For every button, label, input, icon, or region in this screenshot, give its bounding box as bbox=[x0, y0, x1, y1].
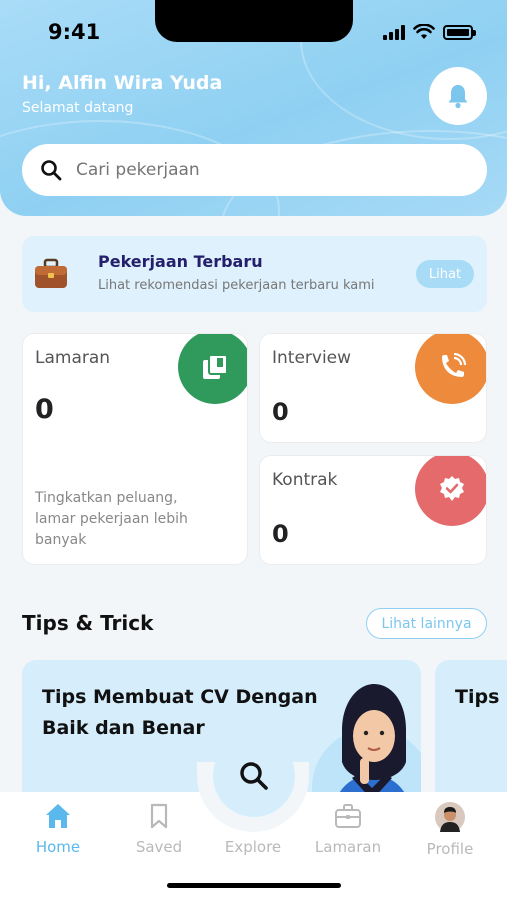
lamaran-stat-card[interactable]: Lamaran 0 Tingkatkan peluang, lamar peke… bbox=[22, 333, 248, 565]
nav-label: Saved bbox=[135, 838, 183, 856]
search-icon bbox=[41, 160, 62, 181]
tips-section-title: Tips & Trick bbox=[22, 611, 154, 635]
nav-label: Profile bbox=[426, 840, 474, 858]
greeting-title: Hi, Alfin Wira Yuda bbox=[22, 72, 223, 94]
bell-icon bbox=[448, 85, 468, 109]
lamaran-description: Tingkatkan peluang, lamar pekerjaan lebi… bbox=[35, 490, 188, 548]
notification-button[interactable] bbox=[429, 67, 487, 125]
nav-label: Explore bbox=[224, 838, 282, 856]
documents-icon bbox=[203, 354, 228, 379]
banner-title: Pekerjaan Terbaru bbox=[98, 252, 263, 271]
lamaran-count: 0 bbox=[35, 394, 54, 425]
device-notch bbox=[155, 0, 353, 42]
nav-item-home[interactable]: Home bbox=[13, 802, 103, 856]
greeting-subtitle: Selamat datang bbox=[22, 100, 134, 116]
briefcase-icon bbox=[335, 804, 361, 828]
battery-icon bbox=[443, 24, 476, 40]
see-more-tips-button[interactable]: Lihat lainnya bbox=[366, 608, 487, 639]
kontrak-badge bbox=[415, 456, 486, 526]
nav-label: Home bbox=[35, 838, 81, 856]
nav-item-lamaran[interactable]: Lamaran bbox=[303, 802, 393, 856]
search-bar[interactable] bbox=[22, 144, 487, 196]
home-icon bbox=[46, 804, 70, 828]
banner-subtitle: Lihat rekomendasi pekerjaan terbaru kami bbox=[98, 278, 375, 293]
avatar bbox=[435, 802, 465, 832]
lamaran-label: Lamaran bbox=[35, 348, 111, 368]
status-time: 9:41 bbox=[48, 20, 101, 44]
view-latest-jobs-button[interactable]: Lihat bbox=[416, 260, 474, 288]
nav-item-profile[interactable]: Profile bbox=[405, 802, 495, 858]
interview-count: 0 bbox=[272, 398, 289, 426]
app-screen: 9:41 Hi, Alfin Wira Yuda Selamat datang bbox=[0, 0, 507, 900]
kontrak-label: Kontrak bbox=[272, 470, 338, 490]
lamaran-badge bbox=[178, 334, 247, 404]
kontrak-count: 0 bbox=[272, 520, 289, 548]
nav-item-explore[interactable]: Explore bbox=[208, 802, 298, 856]
tip-card-title: Tips Membuat CV Dengan Baik dan Benar bbox=[42, 686, 318, 739]
briefcase-icon bbox=[35, 258, 67, 288]
interview-label: Interview bbox=[272, 348, 352, 368]
wifi-icon bbox=[413, 24, 435, 39]
interview-stat-card[interactable]: Interview 0 bbox=[259, 333, 487, 443]
kontrak-stat-card[interactable]: Kontrak 0 bbox=[259, 455, 487, 565]
verified-badge-icon bbox=[440, 476, 464, 501]
nav-label: Lamaran bbox=[314, 838, 382, 856]
bookmark-icon bbox=[150, 803, 168, 829]
interview-badge bbox=[415, 334, 486, 404]
phone-call-icon bbox=[442, 353, 466, 377]
home-indicator bbox=[167, 883, 341, 888]
nav-item-saved[interactable]: Saved bbox=[114, 802, 204, 856]
latest-jobs-banner[interactable]: Pekerjaan Terbaru Lihat rekomendasi peke… bbox=[22, 236, 487, 312]
search-input[interactable] bbox=[76, 160, 456, 180]
search-icon bbox=[240, 762, 268, 790]
status-icons bbox=[383, 24, 476, 40]
tip-card-title: Tips I bbox=[455, 686, 507, 708]
signal-icon bbox=[383, 24, 405, 40]
